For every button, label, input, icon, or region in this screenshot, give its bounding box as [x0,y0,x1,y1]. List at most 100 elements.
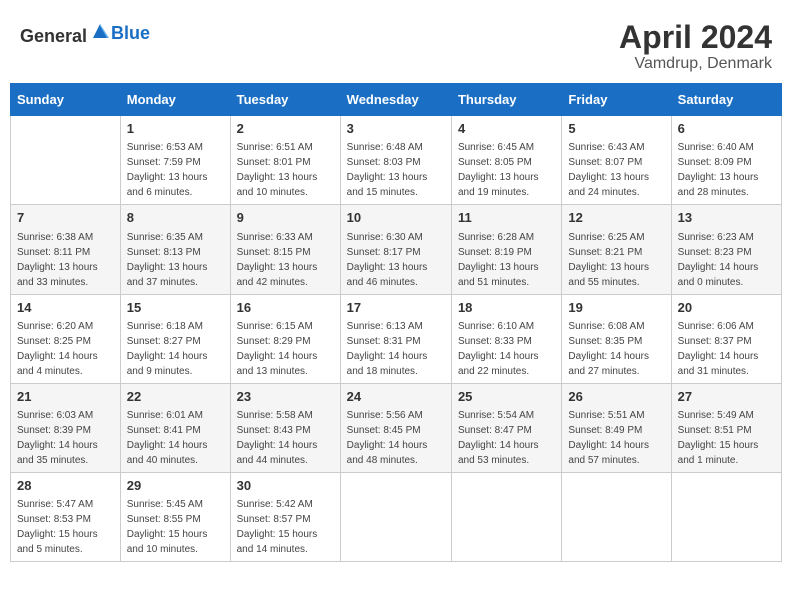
day-number: 22 [127,388,224,406]
table-row: 2 Sunrise: 6:51 AM Sunset: 8:01 PM Daylig… [230,116,340,205]
day-info: Sunrise: 6:20 AM Sunset: 8:25 PM Dayligh… [17,321,98,377]
day-number: 8 [127,209,224,227]
day-info: Sunrise: 6:33 AM Sunset: 8:15 PM Dayligh… [237,232,318,288]
day-info: Sunrise: 5:42 AM Sunset: 8:57 PM Dayligh… [237,499,318,555]
col-thursday: Thursday [451,84,561,116]
table-row: 9 Sunrise: 6:33 AM Sunset: 8:15 PM Daylig… [230,205,340,294]
table-row: 29 Sunrise: 5:45 AM Sunset: 8:55 PM Dayli… [120,472,230,561]
calendar-week-row: 28 Sunrise: 5:47 AM Sunset: 8:53 PM Dayli… [11,472,782,561]
day-info: Sunrise: 6:40 AM Sunset: 8:09 PM Dayligh… [678,142,759,198]
table-row: 28 Sunrise: 5:47 AM Sunset: 8:53 PM Dayli… [11,472,121,561]
day-number: 19 [568,299,664,317]
day-info: Sunrise: 6:25 AM Sunset: 8:21 PM Dayligh… [568,232,649,288]
day-number: 20 [678,299,775,317]
table-row: 22 Sunrise: 6:01 AM Sunset: 8:41 PM Dayli… [120,383,230,472]
table-row: 17 Sunrise: 6:13 AM Sunset: 8:31 PM Dayli… [340,294,451,383]
day-number: 26 [568,388,664,406]
table-row: 16 Sunrise: 6:15 AM Sunset: 8:29 PM Dayli… [230,294,340,383]
day-number: 27 [678,388,775,406]
table-row: 23 Sunrise: 5:58 AM Sunset: 8:43 PM Dayli… [230,383,340,472]
day-info: Sunrise: 5:45 AM Sunset: 8:55 PM Dayligh… [127,499,208,555]
calendar-week-row: 7 Sunrise: 6:38 AM Sunset: 8:11 PM Daylig… [11,205,782,294]
table-row: 30Sunrise: 5:42 AM Sunset: 8:57 PM Dayli… [230,472,340,561]
day-number: 13 [678,209,775,227]
day-info: Sunrise: 6:43 AM Sunset: 8:07 PM Dayligh… [568,142,649,198]
day-number: 12 [568,209,664,227]
table-row: 12 Sunrise: 6:25 AM Sunset: 8:21 PM Dayli… [562,205,671,294]
table-row [11,116,121,205]
col-sunday: Sunday [11,84,121,116]
day-info: Sunrise: 6:23 AM Sunset: 8:23 PM Dayligh… [678,232,759,288]
day-number: 1 [127,120,224,138]
day-number: 23 [237,388,334,406]
day-info: Sunrise: 5:47 AM Sunset: 8:53 PM Dayligh… [17,499,98,555]
table-row [671,472,781,561]
day-info: Sunrise: 6:13 AM Sunset: 8:31 PM Dayligh… [347,321,428,377]
table-row [451,472,561,561]
day-info: Sunrise: 5:58 AM Sunset: 8:43 PM Dayligh… [237,410,318,466]
day-number: 17 [347,299,445,317]
table-row: 1 Sunrise: 6:53 AM Sunset: 7:59 PM Daylig… [120,116,230,205]
table-row: 20 Sunrise: 6:06 AM Sunset: 8:37 PM Dayli… [671,294,781,383]
day-number: 6 [678,120,775,138]
col-saturday: Saturday [671,84,781,116]
calendar-week-row: 1 Sunrise: 6:53 AM Sunset: 7:59 PM Daylig… [11,116,782,205]
table-row [562,472,671,561]
table-row: 7 Sunrise: 6:38 AM Sunset: 8:11 PM Daylig… [11,205,121,294]
day-info: Sunrise: 6:08 AM Sunset: 8:35 PM Dayligh… [568,321,649,377]
day-number: 15 [127,299,224,317]
logo: General Blue [20,20,150,47]
table-row: 11Sunrise: 6:28 AM Sunset: 8:19 PM Dayli… [451,205,561,294]
day-info: Sunrise: 5:49 AM Sunset: 8:51 PM Dayligh… [678,410,759,466]
day-number: 2 [237,120,334,138]
col-monday: Monday [120,84,230,116]
day-info: Sunrise: 6:03 AM Sunset: 8:39 PM Dayligh… [17,410,98,466]
day-number: 18 [458,299,555,317]
table-row: 5 Sunrise: 6:43 AM Sunset: 8:07 PM Daylig… [562,116,671,205]
calendar-header-row: Sunday Monday Tuesday Wednesday Thursday… [11,84,782,116]
month-title: April 2024 [619,20,772,55]
table-row: 25Sunrise: 5:54 AM Sunset: 8:47 PM Dayli… [451,383,561,472]
day-info: Sunrise: 6:15 AM Sunset: 8:29 PM Dayligh… [237,321,318,377]
table-row: 3 Sunrise: 6:48 AM Sunset: 8:03 PM Daylig… [340,116,451,205]
table-row: 19 Sunrise: 6:08 AM Sunset: 8:35 PM Dayli… [562,294,671,383]
day-info: Sunrise: 6:38 AM Sunset: 8:11 PM Dayligh… [17,232,98,288]
table-row: 27 Sunrise: 5:49 AM Sunset: 8:51 PM Dayli… [671,383,781,472]
day-number: 3 [347,120,445,138]
day-info: Sunrise: 6:48 AM Sunset: 8:03 PM Dayligh… [347,142,428,198]
table-row: 6 Sunrise: 6:40 AM Sunset: 8:09 PM Daylig… [671,116,781,205]
day-number: 28 [17,477,114,495]
col-wednesday: Wednesday [340,84,451,116]
calendar-table: Sunday Monday Tuesday Wednesday Thursday… [10,83,782,562]
logo-text-blue: Blue [111,23,150,43]
calendar-week-row: 21Sunrise: 6:03 AM Sunset: 8:39 PM Dayli… [11,383,782,472]
day-info: Sunrise: 6:51 AM Sunset: 8:01 PM Dayligh… [237,142,318,198]
table-row: 26Sunrise: 5:51 AM Sunset: 8:49 PM Dayli… [562,383,671,472]
day-info: Sunrise: 6:53 AM Sunset: 7:59 PM Dayligh… [127,142,208,198]
day-info: Sunrise: 6:18 AM Sunset: 8:27 PM Dayligh… [127,321,208,377]
table-row: 8Sunrise: 6:35 AM Sunset: 8:13 PM Daylig… [120,205,230,294]
table-row: 24Sunrise: 5:56 AM Sunset: 8:45 PM Dayli… [340,383,451,472]
logo-icon [89,20,111,42]
table-row: 15 Sunrise: 6:18 AM Sunset: 8:27 PM Dayli… [120,294,230,383]
table-row: 13 Sunrise: 6:23 AM Sunset: 8:23 PM Dayli… [671,205,781,294]
col-friday: Friday [562,84,671,116]
page-header: General Blue April 2024 Vamdrup, Denmark [10,10,782,78]
day-number: 29 [127,477,224,495]
day-info: Sunrise: 6:30 AM Sunset: 8:17 PM Dayligh… [347,232,428,288]
day-info: Sunrise: 6:28 AM Sunset: 8:19 PM Dayligh… [458,232,539,288]
day-info: Sunrise: 6:10 AM Sunset: 8:33 PM Dayligh… [458,321,539,377]
location: Vamdrup, Denmark [619,55,772,73]
day-number: 16 [237,299,334,317]
day-number: 14 [17,299,114,317]
logo-text-general: General [20,26,87,46]
title-area: April 2024 Vamdrup, Denmark [619,20,772,73]
table-row: 10Sunrise: 6:30 AM Sunset: 8:17 PM Dayli… [340,205,451,294]
day-number: 24 [347,388,445,406]
day-number: 7 [17,209,114,227]
day-number: 25 [458,388,555,406]
day-info: Sunrise: 6:01 AM Sunset: 8:41 PM Dayligh… [127,410,208,466]
day-number: 9 [237,209,334,227]
day-info: Sunrise: 6:06 AM Sunset: 8:37 PM Dayligh… [678,321,759,377]
day-number: 5 [568,120,664,138]
